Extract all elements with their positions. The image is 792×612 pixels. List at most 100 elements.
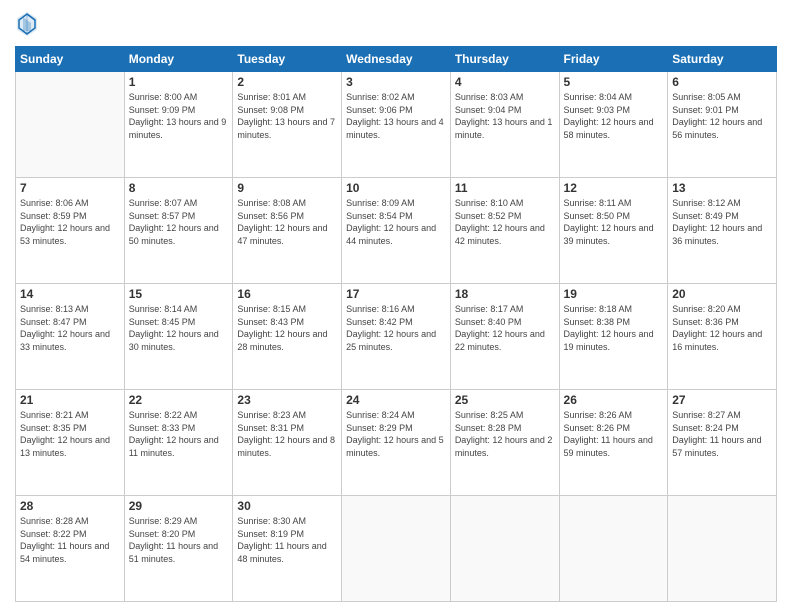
calendar-cell: 25 Sunrise: 8:25 AMSunset: 8:28 PMDayligh… (450, 390, 559, 496)
day-number: 3 (346, 75, 446, 89)
day-number: 22 (129, 393, 229, 407)
day-info: Sunrise: 8:25 AMSunset: 8:28 PMDaylight:… (455, 409, 555, 459)
day-number: 13 (672, 181, 772, 195)
day-number: 26 (564, 393, 664, 407)
weekday-header: Tuesday (233, 47, 342, 72)
calendar-cell: 3 Sunrise: 8:02 AMSunset: 9:06 PMDaylight… (342, 72, 451, 178)
day-info: Sunrise: 8:17 AMSunset: 8:40 PMDaylight:… (455, 303, 555, 353)
logo-icon (15, 10, 39, 38)
day-number: 25 (455, 393, 555, 407)
calendar-cell: 9 Sunrise: 8:08 AMSunset: 8:56 PMDaylight… (233, 178, 342, 284)
day-info: Sunrise: 8:15 AMSunset: 8:43 PMDaylight:… (237, 303, 337, 353)
day-number: 9 (237, 181, 337, 195)
day-info: Sunrise: 8:16 AMSunset: 8:42 PMDaylight:… (346, 303, 446, 353)
day-info: Sunrise: 8:08 AMSunset: 8:56 PMDaylight:… (237, 197, 337, 247)
calendar-cell: 18 Sunrise: 8:17 AMSunset: 8:40 PMDayligh… (450, 284, 559, 390)
calendar-cell: 13 Sunrise: 8:12 AMSunset: 8:49 PMDayligh… (668, 178, 777, 284)
calendar-cell: 20Sunrise: 8:20 AMSunset: 8:36 PMDayligh… (668, 284, 777, 390)
day-info: Sunrise: 8:29 AMSunset: 8:20 PMDaylight:… (129, 515, 229, 565)
calendar-week-row: 1 Sunrise: 8:00 AMSunset: 9:09 PMDaylight… (16, 72, 777, 178)
day-number: 4 (455, 75, 555, 89)
day-info: Sunrise: 8:02 AMSunset: 9:06 PMDaylight:… (346, 91, 446, 141)
header (15, 10, 777, 38)
day-number: 8 (129, 181, 229, 195)
day-number: 12 (564, 181, 664, 195)
calendar-cell: 5 Sunrise: 8:04 AMSunset: 9:03 PMDaylight… (559, 72, 668, 178)
day-info: Sunrise: 8:13 AMSunset: 8:47 PMDaylight:… (20, 303, 120, 353)
day-info: Sunrise: 8:14 AMSunset: 8:45 PMDaylight:… (129, 303, 229, 353)
calendar-cell: 16 Sunrise: 8:15 AMSunset: 8:43 PMDayligh… (233, 284, 342, 390)
calendar-cell: 30 Sunrise: 8:30 AMSunset: 8:19 PMDayligh… (233, 496, 342, 602)
calendar-cell (16, 72, 125, 178)
calendar-cell: 7Sunrise: 8:06 AMSunset: 8:59 PMDaylight… (16, 178, 125, 284)
calendar-cell (559, 496, 668, 602)
weekday-header: Sunday (16, 47, 125, 72)
day-number: 28 (20, 499, 120, 513)
calendar-cell: 15 Sunrise: 8:14 AMSunset: 8:45 PMDayligh… (124, 284, 233, 390)
day-number: 30 (237, 499, 337, 513)
calendar-cell: 12 Sunrise: 8:11 AMSunset: 8:50 PMDayligh… (559, 178, 668, 284)
logo (15, 10, 43, 38)
calendar-week-row: 21 Sunrise: 8:21 AMSunset: 8:35 PMDayligh… (16, 390, 777, 496)
day-number: 27 (672, 393, 772, 407)
calendar-week-row: 7Sunrise: 8:06 AMSunset: 8:59 PMDaylight… (16, 178, 777, 284)
calendar-cell (668, 496, 777, 602)
day-number: 19 (564, 287, 664, 301)
calendar-cell: 1 Sunrise: 8:00 AMSunset: 9:09 PMDaylight… (124, 72, 233, 178)
calendar-cell: 19 Sunrise: 8:18 AMSunset: 8:38 PMDayligh… (559, 284, 668, 390)
calendar-cell: 2Sunrise: 8:01 AMSunset: 9:08 PMDaylight… (233, 72, 342, 178)
day-number: 1 (129, 75, 229, 89)
calendar-week-row: 28 Sunrise: 8:28 AMSunset: 8:22 PMDayligh… (16, 496, 777, 602)
calendar-cell: 8 Sunrise: 8:07 AMSunset: 8:57 PMDaylight… (124, 178, 233, 284)
day-info: Sunrise: 8:28 AMSunset: 8:22 PMDaylight:… (20, 515, 120, 565)
calendar-table: SundayMondayTuesdayWednesdayThursdayFrid… (15, 46, 777, 602)
day-info: Sunrise: 8:23 AMSunset: 8:31 PMDaylight:… (237, 409, 337, 459)
day-info: Sunrise: 8:27 AMSunset: 8:24 PMDaylight:… (672, 409, 772, 459)
day-info: Sunrise: 8:18 AMSunset: 8:38 PMDaylight:… (564, 303, 664, 353)
calendar-cell: 26 Sunrise: 8:26 AMSunset: 8:26 PMDayligh… (559, 390, 668, 496)
day-info: Sunrise: 8:03 AMSunset: 9:04 PMDaylight:… (455, 91, 555, 141)
day-info: Sunrise: 8:11 AMSunset: 8:50 PMDaylight:… (564, 197, 664, 247)
day-info: Sunrise: 8:04 AMSunset: 9:03 PMDaylight:… (564, 91, 664, 141)
day-info: Sunrise: 8:24 AMSunset: 8:29 PMDaylight:… (346, 409, 446, 459)
calendar-cell: 23 Sunrise: 8:23 AMSunset: 8:31 PMDayligh… (233, 390, 342, 496)
day-info: Sunrise: 8:09 AMSunset: 8:54 PMDaylight:… (346, 197, 446, 247)
day-number: 24 (346, 393, 446, 407)
calendar-cell: 14Sunrise: 8:13 AMSunset: 8:47 PMDayligh… (16, 284, 125, 390)
day-info: Sunrise: 8:26 AMSunset: 8:26 PMDaylight:… (564, 409, 664, 459)
day-number: 11 (455, 181, 555, 195)
day-info: Sunrise: 8:10 AMSunset: 8:52 PMDaylight:… (455, 197, 555, 247)
weekday-header: Saturday (668, 47, 777, 72)
day-number: 17 (346, 287, 446, 301)
weekday-header: Wednesday (342, 47, 451, 72)
day-number: 18 (455, 287, 555, 301)
calendar-cell: 29 Sunrise: 8:29 AMSunset: 8:20 PMDayligh… (124, 496, 233, 602)
day-info: Sunrise: 8:21 AMSunset: 8:35 PMDaylight:… (20, 409, 120, 459)
weekday-header: Thursday (450, 47, 559, 72)
day-number: 29 (129, 499, 229, 513)
calendar-cell: 4 Sunrise: 8:03 AMSunset: 9:04 PMDaylight… (450, 72, 559, 178)
day-info: Sunrise: 8:12 AMSunset: 8:49 PMDaylight:… (672, 197, 772, 247)
day-info: Sunrise: 8:00 AMSunset: 9:09 PMDaylight:… (129, 91, 229, 141)
calendar-cell (450, 496, 559, 602)
day-number: 15 (129, 287, 229, 301)
day-info: Sunrise: 8:01 AMSunset: 9:08 PMDaylight:… (237, 91, 337, 141)
day-number: 21 (20, 393, 120, 407)
calendar-cell: 22 Sunrise: 8:22 AMSunset: 8:33 PMDayligh… (124, 390, 233, 496)
day-number: 6 (672, 75, 772, 89)
day-info: Sunrise: 8:20 AMSunset: 8:36 PMDaylight:… (672, 303, 772, 353)
day-number: 23 (237, 393, 337, 407)
day-number: 5 (564, 75, 664, 89)
weekday-header: Friday (559, 47, 668, 72)
calendar-cell (342, 496, 451, 602)
day-info: Sunrise: 8:30 AMSunset: 8:19 PMDaylight:… (237, 515, 337, 565)
day-info: Sunrise: 8:22 AMSunset: 8:33 PMDaylight:… (129, 409, 229, 459)
day-info: Sunrise: 8:05 AMSunset: 9:01 PMDaylight:… (672, 91, 772, 141)
day-number: 7 (20, 181, 120, 195)
calendar-cell: 17 Sunrise: 8:16 AMSunset: 8:42 PMDayligh… (342, 284, 451, 390)
calendar-week-row: 14Sunrise: 8:13 AMSunset: 8:47 PMDayligh… (16, 284, 777, 390)
day-number: 16 (237, 287, 337, 301)
calendar-cell: 10Sunrise: 8:09 AMSunset: 8:54 PMDayligh… (342, 178, 451, 284)
calendar-header-row: SundayMondayTuesdayWednesdayThursdayFrid… (16, 47, 777, 72)
day-info: Sunrise: 8:07 AMSunset: 8:57 PMDaylight:… (129, 197, 229, 247)
